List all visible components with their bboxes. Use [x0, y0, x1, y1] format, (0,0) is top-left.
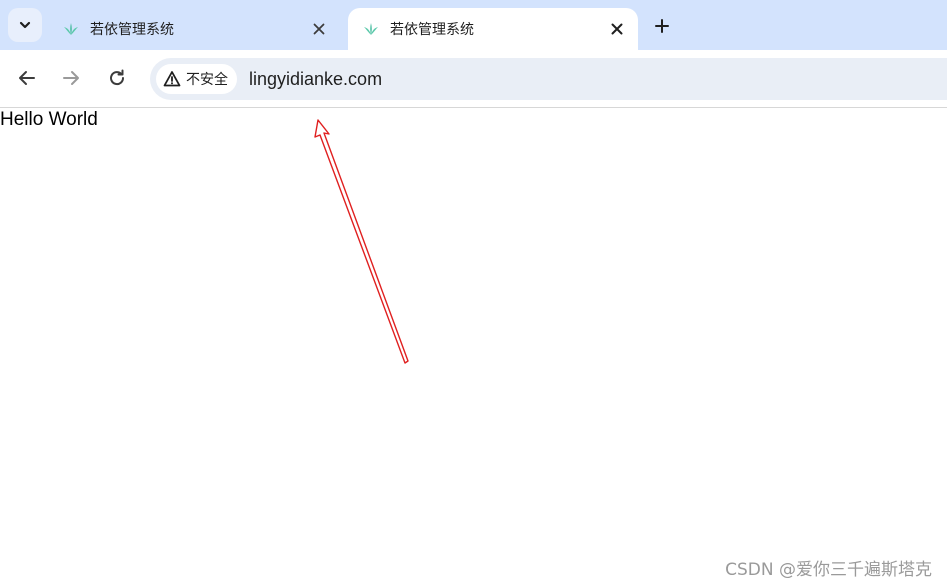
close-icon[interactable]: [308, 18, 330, 40]
url-text[interactable]: lingyidianke.com: [249, 69, 382, 90]
new-tab-button[interactable]: [648, 12, 676, 40]
tab-title: 若依管理系统: [90, 22, 174, 38]
security-chip[interactable]: 不安全: [156, 64, 237, 94]
chevron-down-icon: [19, 21, 31, 29]
address-bar[interactable]: 不安全 lingyidianke.com: [150, 58, 947, 100]
back-button[interactable]: [12, 63, 42, 93]
tab-strip: 若依管理系统 若依管理系统: [0, 0, 947, 50]
close-icon[interactable]: [606, 18, 628, 40]
ruoyi-logo-icon: [362, 20, 380, 38]
browser-toolbar: 不安全 lingyidianke.com: [0, 50, 947, 108]
page-content: Hello World CSDN @爱你三千遍斯塔克: [0, 109, 947, 587]
forward-button[interactable]: [56, 63, 86, 93]
annotation-arrow: [314, 119, 409, 364]
ruoyi-logo-icon: [62, 20, 80, 38]
arrow-left-icon: [19, 71, 35, 85]
reload-icon: [110, 69, 125, 86]
warning-triangle-icon: [163, 70, 181, 88]
tab-active[interactable]: 若依管理系统: [348, 8, 638, 50]
tab-search-button[interactable]: [8, 8, 42, 42]
arrow-right-icon: [63, 71, 79, 85]
reload-button[interactable]: [102, 63, 132, 93]
plus-icon: [655, 19, 669, 33]
security-label: 不安全: [186, 72, 228, 88]
tab-title: 若依管理系统: [390, 22, 474, 38]
tab-inactive[interactable]: 若依管理系统: [48, 8, 340, 50]
watermark: CSDN @爱你三千遍斯塔克: [725, 560, 932, 580]
